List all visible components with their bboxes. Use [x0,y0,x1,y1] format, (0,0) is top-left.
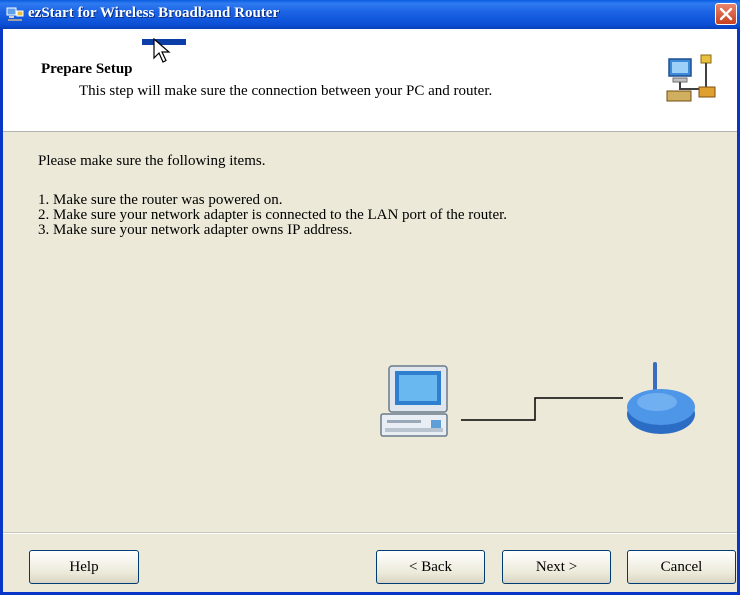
close-button[interactable] [715,3,737,25]
list-item: 1. Make sure the router was powered on. [38,192,283,208]
divider [3,532,737,534]
wizard-header: Prepare Setup This step will make sure t… [3,29,737,132]
back-button[interactable]: < Back [376,550,485,584]
title-bar[interactable]: ezStart for Wireless Broadband Router [0,0,740,29]
connection-diagram [380,362,695,437]
setup-wizard-window: ezStart for Wireless Broadband Router Pr… [0,0,740,595]
page-title: Prepare Setup [41,61,133,77]
computer-icon [380,365,448,437]
window-title: ezStart for Wireless Broadband Router [28,5,280,21]
close-icon [719,7,733,21]
cancel-button[interactable]: Cancel [627,550,736,584]
router-icon [627,362,695,434]
network-app-icon [6,7,24,21]
page-subtitle: This step will make sure the connection … [79,83,493,99]
list-item: 2. Make sure your network adapter is con… [38,207,508,223]
mouse-cursor-icon [153,38,171,63]
intro-text: Please make sure the following items. [38,153,266,169]
help-button[interactable]: Help [29,550,139,584]
list-item: 3. Make sure your network adapter owns I… [38,222,353,238]
network-setup-icon [666,54,716,102]
next-button[interactable]: Next > [502,550,611,584]
network-cable [461,397,623,421]
